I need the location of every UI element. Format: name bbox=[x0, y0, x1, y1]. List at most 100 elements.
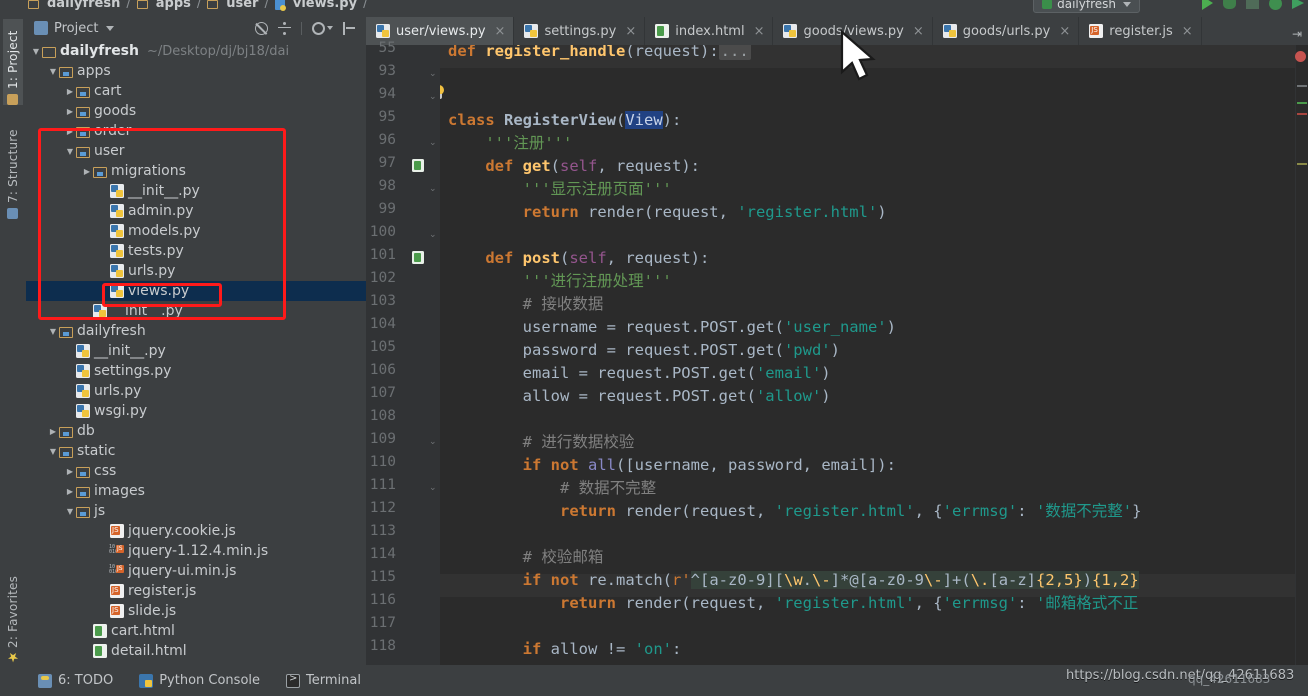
close-icon[interactable]: × bbox=[1059, 24, 1070, 39]
tree-item[interactable]: settings.py bbox=[26, 361, 366, 381]
editor-gutter[interactable]: 55 93 94 95 96 97 98 99 100 101 102 103 104 105 106 107… bbox=[366, 40, 440, 665]
close-icon[interactable]: × bbox=[754, 24, 765, 39]
code-line-106[interactable]: email = request.POST.get('email') bbox=[448, 362, 831, 385]
tree-item[interactable]: register.js bbox=[26, 581, 366, 601]
code-line-104[interactable]: username = request.POST.get('user_name') bbox=[448, 316, 896, 339]
code-line-99[interactable]: return render(request, 'register.html') bbox=[448, 201, 887, 224]
chevron-down-icon[interactable]: ▼ bbox=[47, 67, 59, 76]
expand-all-icon[interactable] bbox=[278, 21, 291, 35]
close-icon[interactable]: × bbox=[625, 24, 636, 39]
tree-item[interactable]: tests.py bbox=[26, 241, 366, 261]
tree-item[interactable]: ▶ cart bbox=[26, 81, 366, 101]
project-file-tree[interactable]: ▼ dailyfresh ~/Desktop/dj/bj18/dai ▼ apps ▶ ca… bbox=[26, 41, 366, 665]
tree-item-selected[interactable]: views.py bbox=[26, 281, 366, 301]
tree-item[interactable]: ▼ apps bbox=[26, 61, 366, 81]
code-line-107[interactable]: allow = request.POST.get('allow') bbox=[448, 385, 831, 408]
close-icon[interactable]: × bbox=[1182, 24, 1193, 39]
intention-bulb-icon[interactable] bbox=[440, 85, 445, 101]
chevron-right-icon[interactable]: ▶ bbox=[81, 167, 93, 176]
code-line-116[interactable]: return render(request, 'register.html', … bbox=[448, 592, 1138, 615]
breadcrumb[interactable]: dailyfresh / apps / user / views.py / bbox=[28, 0, 369, 11]
tree-item[interactable]: __init__.py bbox=[26, 301, 366, 321]
chevron-down-icon[interactable] bbox=[327, 26, 333, 30]
chevron-right-icon[interactable]: ▶ bbox=[47, 427, 59, 436]
editor-marker-gutter[interactable] bbox=[1295, 45, 1308, 665]
chevron-right-icon[interactable]: ▶ bbox=[64, 487, 76, 496]
code-line-111[interactable]: # 数据不完整 bbox=[448, 477, 656, 500]
editor-tab-bar[interactable]: user/views.py × settings.py × index.html × goo… bbox=[366, 15, 1308, 45]
sidebar-item-project[interactable]: 1: Project bbox=[3, 19, 23, 105]
code-line-97[interactable]: def get(self, request): bbox=[448, 155, 700, 178]
editor-tab-goods-urls-py[interactable]: goods/urls.py × bbox=[933, 17, 1080, 45]
code-line-118[interactable]: if allow != 'on': bbox=[448, 638, 682, 661]
code-line-110[interactable]: if not all([username, password, email]): bbox=[448, 454, 896, 477]
run-icon[interactable] bbox=[1202, 0, 1213, 10]
debug-icon[interactable] bbox=[1223, 0, 1236, 9]
tab-list-icon[interactable]: ⇥ bbox=[1292, 27, 1308, 45]
tree-item[interactable]: urls.py bbox=[26, 381, 366, 401]
breadcrumb-item-3[interactable]: views.py bbox=[293, 0, 357, 11]
attach-icon[interactable] bbox=[1292, 0, 1304, 9]
tree-item[interactable]: admin.py bbox=[26, 201, 366, 221]
code-fold-icon[interactable]: ⌄ bbox=[429, 230, 438, 240]
tree-item[interactable]: ▼ user bbox=[26, 141, 366, 161]
hide-panel-icon[interactable] bbox=[343, 21, 356, 35]
chevron-down-icon[interactable]: ▼ bbox=[30, 47, 42, 56]
chevron-right-icon[interactable]: ▶ bbox=[64, 127, 76, 136]
code-line-109[interactable]: # 进行数据校验 bbox=[448, 431, 635, 454]
tree-item[interactable]: ▶ goods bbox=[26, 101, 366, 121]
chevron-right-icon[interactable]: ▶ bbox=[64, 87, 76, 96]
tree-item[interactable]: __init__.py bbox=[26, 181, 366, 201]
tree-item[interactable]: models.py bbox=[26, 221, 366, 241]
tree-item[interactable]: detail.html bbox=[26, 641, 366, 661]
code-fold-icon[interactable]: ⌄ bbox=[429, 184, 438, 194]
chevron-down-icon[interactable]: ▼ bbox=[47, 327, 59, 336]
chevron-right-icon[interactable]: ▶ bbox=[64, 107, 76, 116]
code-line-96[interactable]: '''注册''' bbox=[448, 132, 572, 155]
status-item-terminal[interactable]: Terminal bbox=[286, 673, 361, 688]
tree-item[interactable]: jquery-ui.min.js bbox=[26, 561, 366, 581]
status-item-python-console[interactable]: Python Console bbox=[139, 673, 260, 688]
chevron-right-icon[interactable]: ▶ bbox=[64, 467, 76, 476]
chevron-down-icon[interactable] bbox=[106, 25, 115, 31]
tree-item[interactable]: wsgi.py bbox=[26, 401, 366, 421]
code-line-55[interactable]: def register_handle(request):... bbox=[448, 45, 751, 63]
tree-item[interactable]: ▶ db bbox=[26, 421, 366, 441]
code-line-105[interactable]: password = request.POST.get('pwd') bbox=[448, 339, 840, 362]
code-fold-icon[interactable]: ⌄ bbox=[429, 437, 438, 447]
code-fold-icon[interactable]: ⌄ bbox=[429, 92, 438, 102]
error-stripe-icon[interactable] bbox=[1295, 51, 1306, 62]
code-line-103[interactable]: # 接收数据 bbox=[448, 293, 604, 316]
code-fold-icon[interactable]: ⌄ bbox=[429, 483, 438, 493]
close-icon[interactable]: × bbox=[913, 24, 924, 39]
tree-item[interactable]: jquery-1.12.4.min.js bbox=[26, 541, 366, 561]
status-item-todo[interactable]: 6: TODO bbox=[38, 673, 113, 688]
chevron-down-icon[interactable]: ▼ bbox=[64, 507, 76, 516]
code-line-98[interactable]: '''显示注册页面''' bbox=[448, 178, 672, 201]
tree-item[interactable]: jquery.cookie.js bbox=[26, 521, 366, 541]
breadcrumb-item-0[interactable]: dailyfresh bbox=[47, 0, 120, 11]
code-line-112[interactable]: return render(request, 'register.html', … bbox=[448, 500, 1141, 523]
code-editor[interactable]: def register_handle(request):...class Re… bbox=[440, 45, 1308, 665]
tree-item[interactable]: ▼ js bbox=[26, 501, 366, 521]
sidebar-item-favorites[interactable]: ★ 2: Favorites bbox=[3, 560, 23, 664]
chevron-down-icon[interactable]: ▼ bbox=[47, 447, 59, 456]
tree-item[interactable]: __init__.py bbox=[26, 341, 366, 361]
chevron-down-icon[interactable]: ▼ bbox=[64, 147, 76, 156]
sidebar-item-structure[interactable]: 7: Structure bbox=[3, 115, 23, 219]
editor-tab-settings-py[interactable]: settings.py × bbox=[514, 17, 646, 45]
tree-item[interactable]: ▶ order bbox=[26, 121, 366, 141]
tree-item[interactable]: ▼ static bbox=[26, 441, 366, 461]
breadcrumb-item-2[interactable]: user bbox=[226, 0, 258, 11]
editor-tab-register-js[interactable]: register.js × bbox=[1079, 17, 1202, 45]
code-line-115[interactable]: if not re.match(r'^[a-z0-9][\w.\-]*@[a-z… bbox=[448, 569, 1139, 592]
code-line-95[interactable]: class RegisterView(View): bbox=[448, 109, 681, 132]
tree-item[interactable]: ▶ css bbox=[26, 461, 366, 481]
breadcrumb-item-1[interactable]: apps bbox=[156, 0, 191, 11]
code-line-114[interactable]: # 校验邮箱 bbox=[448, 546, 604, 569]
tree-item[interactable]: ▶ images bbox=[26, 481, 366, 501]
tree-item[interactable]: ▼ dailyfresh bbox=[26, 321, 366, 341]
tree-item[interactable]: urls.py bbox=[26, 261, 366, 281]
tree-item[interactable]: cart.html bbox=[26, 621, 366, 641]
collapse-all-icon[interactable] bbox=[255, 21, 268, 35]
